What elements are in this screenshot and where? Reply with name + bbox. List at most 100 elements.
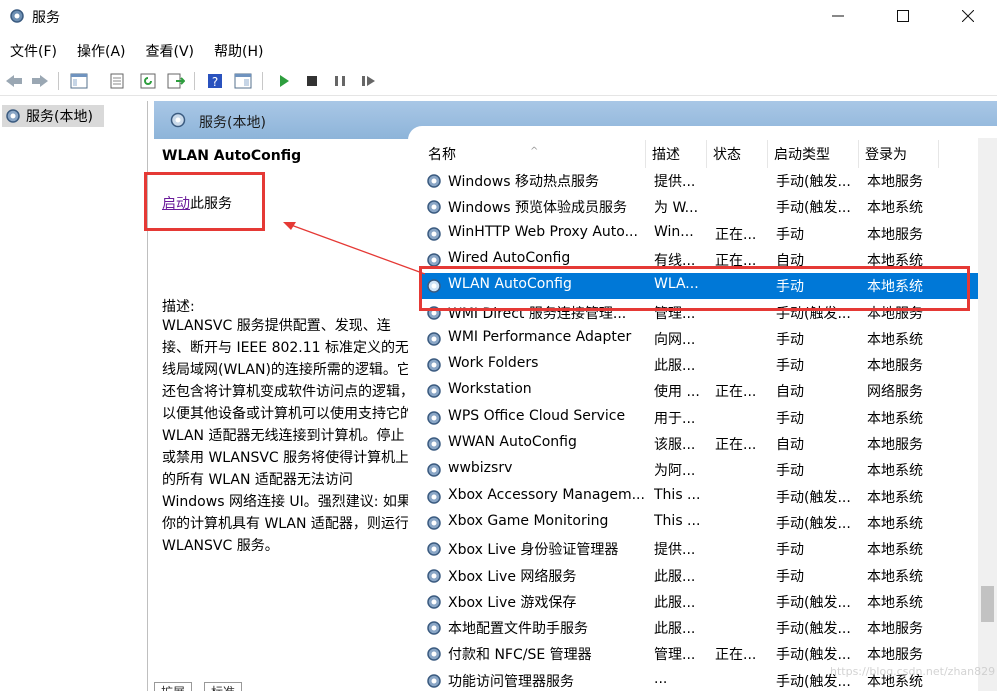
services-gear-icon [10, 9, 24, 23]
menu-view[interactable]: 查看(V) [136, 37, 205, 63]
service-log-on-cell: 本地服务 [867, 621, 923, 638]
service-startup-type-cell: 手动(触发... [776, 594, 851, 611]
service-gear-icon [427, 621, 441, 635]
service-gear-icon [427, 332, 441, 346]
table-row[interactable]: WPS Office Cloud Service 用于... 手动 本地系统 [422, 405, 980, 431]
service-status-cell: 正在... [715, 226, 757, 243]
table-row[interactable]: Work Folders 此服... 手动 本地服务 [422, 352, 980, 378]
service-name-cell: Xbox Live 网络服务 [448, 568, 577, 585]
console-tree-icon [70, 73, 88, 89]
refresh-button[interactable] [137, 70, 159, 92]
table-row[interactable]: Xbox Accessory Managem... This ... 手动(触发..… [422, 484, 980, 510]
service-name-cell: Wired AutoConfig [448, 249, 571, 266]
services-gear-icon [6, 109, 20, 123]
service-startup-type-cell: 手动(触发... [776, 515, 851, 532]
service-startup-type-cell: 手动(触发... [776, 621, 851, 638]
start-service-button[interactable] [273, 70, 295, 92]
service-description-cell: This ... [654, 512, 701, 529]
tree-item-services-local[interactable]: 服务(本地) [2, 105, 104, 127]
close-icon [962, 10, 974, 22]
service-log-on-cell: 本地系统 [867, 542, 923, 559]
pause-icon [335, 76, 345, 86]
service-gear-icon [427, 568, 441, 583]
column-header-status[interactable]: 状态 [707, 140, 768, 168]
table-row[interactable]: Workstation 使用 ... 正在... 自动 网络服务 [422, 378, 980, 404]
service-startup-type-cell: 自动 [776, 384, 804, 401]
minimize-button[interactable] [815, 0, 861, 32]
service-gear-icon [427, 200, 441, 215]
table-row[interactable]: Xbox Live 网络服务 此服... 手动 本地系统 [422, 563, 980, 589]
menu-action[interactable]: 操作(A) [67, 37, 136, 63]
table-row[interactable]: Xbox Game Monitoring This ... 手动(触发... 本地系统 [422, 510, 980, 536]
show-hide-console-tree-button[interactable] [68, 70, 90, 92]
tab-extended[interactable]: 扩展 [154, 682, 193, 691]
action-pane-icon [234, 73, 252, 89]
service-log-on-cell: 本地系统 [867, 568, 923, 585]
vertical-scrollbar[interactable] [978, 138, 997, 691]
service-startup-type-cell: 自动 [776, 437, 804, 453]
stop-icon [307, 76, 317, 86]
table-row[interactable]: WWAN AutoConfig 该服... 正在... 自动 本地服务 [422, 431, 980, 457]
close-button[interactable] [945, 0, 991, 32]
service-description-cell: Win... [654, 223, 694, 240]
service-startup-type-cell: 手动 [776, 463, 804, 480]
scrollbar-thumb[interactable] [981, 586, 994, 622]
service-description-cell: 用于... [654, 410, 696, 427]
table-row[interactable]: Windows 移动热点服务 提供... 手动(触发... 本地服务 [422, 168, 980, 194]
table-row[interactable]: WinHTTP Web Proxy Auto... Win... 正在... 手动 本地… [422, 221, 980, 247]
services-table: ^ 名称 描述 状态 启动类型 登录为 Windows 移动热点服务 提供... 手… [408, 126, 997, 691]
service-description-cell: 为阿... [654, 463, 696, 480]
service-gear-icon [427, 384, 441, 399]
toolbar: ? [0, 66, 997, 96]
column-header-name[interactable]: 名称 [422, 140, 646, 168]
service-description: WLANSVC 服务提供配置、发现、连接、断开与 IEEE 802.11 标准定… [162, 318, 414, 554]
service-name-cell: Xbox Game Monitoring [448, 512, 609, 529]
menu-file[interactable]: 文件(F) [0, 37, 67, 63]
resume-icon [362, 76, 375, 86]
export-list-button[interactable] [165, 70, 187, 92]
pause-service-button[interactable] [329, 70, 351, 92]
table-row[interactable]: 付款和 NFC/SE 管理器 管理... 正在... 手动(触发... 本地服务 [422, 641, 980, 667]
service-description-cell: 此服... [654, 568, 696, 585]
forward-button[interactable] [29, 70, 51, 92]
properties-button[interactable] [106, 70, 128, 92]
service-description-cell: 提供... [654, 542, 696, 559]
help-button[interactable]: ? [204, 70, 226, 92]
column-header-log-on-as[interactable]: 登录为 [859, 140, 939, 168]
menu-help[interactable]: 帮助(H) [204, 37, 273, 63]
back-button[interactable] [3, 70, 25, 92]
show-action-pane-button[interactable] [232, 70, 254, 92]
service-startup-type-cell: 手动 [776, 226, 804, 243]
table-row[interactable]: WMI Performance Adapter 向网... 手动 本地系统 [422, 326, 980, 352]
maximize-icon [897, 10, 909, 22]
description-label: 描述: [162, 299, 195, 315]
pane-title: 服务(本地) [199, 115, 266, 131]
table-row[interactable]: wwbizsrv 为阿... 手动 本地系统 [422, 457, 980, 483]
column-header-startup-type[interactable]: 启动类型 [768, 140, 859, 168]
view-tabs: 扩展 标准 [154, 680, 274, 691]
service-description-cell: 此服... [654, 594, 696, 611]
back-arrow-icon [6, 75, 22, 87]
table-row[interactable]: 本地配置文件助手服务 此服... 手动(触发... 本地服务 [422, 615, 980, 641]
service-log-on-cell: 本地系统 [867, 410, 923, 427]
table-row[interactable]: Xbox Live 身份验证管理器 提供... 手动 本地系统 [422, 536, 980, 562]
table-row[interactable]: Xbox Live 游戏保存 此服... 手动(触发... 本地系统 [422, 589, 980, 615]
service-log-on-cell: 本地服务 [867, 647, 923, 664]
service-name-cell: 付款和 NFC/SE 管理器 [448, 647, 592, 664]
restart-service-button[interactable] [358, 70, 380, 92]
maximize-button[interactable] [880, 0, 926, 32]
export-icon [167, 73, 185, 89]
service-log-on-cell: 本地系统 [867, 489, 923, 506]
service-gear-icon [427, 647, 441, 662]
column-header-description[interactable]: 描述 [646, 140, 707, 168]
service-log-on-cell: 本地服务 [867, 437, 923, 453]
service-name-cell: WinHTTP Web Proxy Auto... [448, 223, 638, 240]
service-startup-type-cell: 手动(触发... [776, 200, 851, 217]
tab-standard[interactable]: 标准 [204, 682, 243, 691]
selected-service-name: WLAN AutoConfig [162, 148, 302, 164]
service-description-cell: 管理... [654, 647, 696, 664]
service-gear-icon [427, 542, 441, 556]
stop-service-button[interactable] [301, 70, 323, 92]
service-log-on-cell: 本地系统 [867, 463, 923, 480]
table-row[interactable]: Windows 预览体验成员服务 为 W... 手动(触发... 本地系统 [422, 194, 980, 220]
